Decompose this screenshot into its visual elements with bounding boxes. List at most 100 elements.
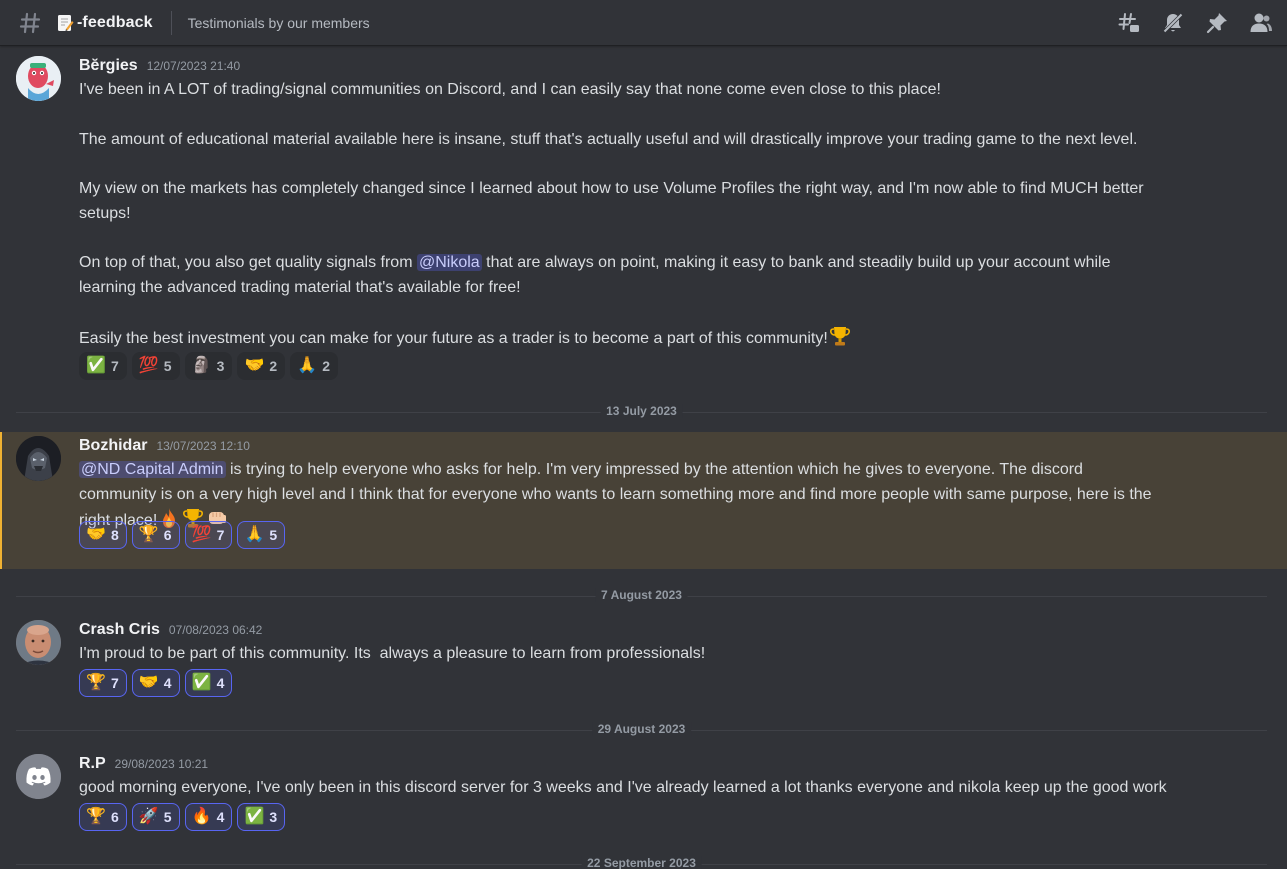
reaction-pray[interactable]: 🙏 2 xyxy=(290,352,338,380)
reaction-count: 4 xyxy=(216,675,225,691)
custom-face-icon: 🗿 xyxy=(191,357,212,374)
pin-icon[interactable] xyxy=(1205,11,1229,35)
reaction-rocket[interactable]: 🚀 5 xyxy=(131,803,180,831)
trophy-icon: 🏆 xyxy=(138,526,159,543)
member-list-icon[interactable] xyxy=(1249,11,1273,35)
date-separator-label: 13 July 2023 xyxy=(600,404,683,418)
notification-muted-icon[interactable] xyxy=(1161,11,1185,35)
reaction-count: 3 xyxy=(269,809,278,825)
date-separator: 22 September 2023 xyxy=(16,856,1267,869)
reaction-count: 7 xyxy=(111,675,119,691)
reaction-hundred[interactable]: 💯 5 xyxy=(131,352,180,380)
reaction-count: 5 xyxy=(163,809,172,825)
reaction-handshake[interactable]: 🤝 4 xyxy=(131,669,180,697)
reaction-count: 5 xyxy=(269,527,278,543)
user-mention[interactable]: @Nikola xyxy=(416,254,482,271)
reaction-count: 4 xyxy=(216,809,225,825)
message-paragraph: Easily the best investment you can make … xyxy=(79,325,1249,352)
avatar[interactable] xyxy=(16,436,61,481)
fire-icon: 🔥 xyxy=(191,808,212,825)
discord-default-avatar-icon xyxy=(16,754,61,799)
reaction-trophy[interactable]: 🏆 7 xyxy=(79,669,127,697)
message-line: good morning everyone, I've only been in… xyxy=(79,779,1167,796)
reaction-check[interactable]: ✅ 3 xyxy=(237,803,286,831)
folded-hands-icon: 🙏 xyxy=(297,357,318,374)
handshake-icon: 🤝 xyxy=(86,526,106,543)
message-line: On top of that, you also get quality sig… xyxy=(79,251,1249,276)
date-separator: 7 August 2023 xyxy=(16,588,1267,602)
message-text: On top of that, you also get quality sig… xyxy=(79,254,413,271)
reaction-hundred[interactable]: 💯 7 xyxy=(184,521,233,549)
message-content: good morning everyone, I've only been in… xyxy=(79,776,1249,801)
message-paragraph: I've been in A LOT of trading/signal com… xyxy=(79,81,941,98)
date-separator: 13 July 2023 xyxy=(16,404,1267,418)
channel-header: -feedback Testimonials by our members xyxy=(0,0,1287,46)
message-line: setups! xyxy=(79,204,131,222)
author-name[interactable]: Bozhidar xyxy=(79,437,147,455)
reaction-count: 7 xyxy=(216,527,225,543)
avatar-image xyxy=(16,56,61,101)
reaction-count: 2 xyxy=(322,358,330,374)
author-name[interactable]: Crash Cris xyxy=(79,621,160,639)
reaction-count: 5 xyxy=(163,358,172,374)
message-line: @ND Capital Admin is trying to help ever… xyxy=(79,458,1249,483)
avatar[interactable] xyxy=(16,56,61,101)
reaction-count: 4 xyxy=(163,675,172,691)
date-separator-label: 7 August 2023 xyxy=(595,588,688,602)
message-timestamp[interactable]: 29/08/2023 10:21 xyxy=(115,757,208,771)
trophy-icon xyxy=(829,327,850,346)
avatar[interactable] xyxy=(16,754,61,799)
reaction-count: 6 xyxy=(163,527,172,543)
message-list[interactable]: Bĕrgies 12/07/2023 21:40 I've been in A … xyxy=(0,46,1287,869)
check-mark-icon: ✅ xyxy=(86,357,106,374)
check-mark-icon: ✅ xyxy=(191,674,212,691)
reaction-handshake[interactable]: 🤝 8 xyxy=(79,521,127,549)
message-paragraph: The amount of educational material avail… xyxy=(79,130,1138,148)
hash-icon xyxy=(19,12,41,33)
reaction-handshake[interactable]: 🤝 2 xyxy=(237,352,286,380)
author-name[interactable]: Bĕrgies xyxy=(79,57,138,75)
reaction-fire[interactable]: 🔥 4 xyxy=(184,803,233,831)
hundred-points-icon: 💯 xyxy=(191,526,212,543)
message-timestamp[interactable]: 13/07/2023 12:10 xyxy=(156,439,249,453)
channel-name: -feedback xyxy=(77,13,153,31)
reaction-count: 2 xyxy=(269,358,278,374)
reaction-pray[interactable]: 🙏 5 xyxy=(237,521,286,549)
message-line: learning the advanced trading material t… xyxy=(79,278,521,296)
avatar[interactable] xyxy=(16,620,61,665)
message-text: that are always on point, making it easy… xyxy=(486,254,1111,271)
message-line: My view on the markets has completely ch… xyxy=(79,180,1144,197)
message-paragraph: On top of that, you also get quality sig… xyxy=(79,251,1249,300)
reaction-check[interactable]: ✅ 7 xyxy=(79,352,127,380)
handshake-icon: 🤝 xyxy=(138,674,159,691)
reaction-count: 3 xyxy=(216,358,225,374)
reaction-custom[interactable]: 🗿 3 xyxy=(184,352,233,380)
threads-icon[interactable] xyxy=(1117,11,1141,35)
message: R.P 29/08/2023 10:21 good morning everyo… xyxy=(0,750,1287,840)
reaction-count: 6 xyxy=(111,809,119,825)
avatar-image xyxy=(16,436,61,481)
reaction-trophy[interactable]: 🏆 6 xyxy=(131,521,180,549)
message-paragraph: My view on the markets has completely ch… xyxy=(79,177,1249,226)
handshake-icon: 🤝 xyxy=(244,357,265,374)
reaction-trophy[interactable]: 🏆 6 xyxy=(79,803,127,831)
reaction-bar: 🤝 8 🏆 6 💯 7 🙏 5 xyxy=(79,521,286,549)
message-content: I've been in A LOT of trading/signal com… xyxy=(79,78,1249,352)
date-separator-label: 22 September 2023 xyxy=(581,856,702,869)
message-timestamp[interactable]: 07/08/2023 06:42 xyxy=(169,623,262,637)
folded-hands-icon: 🙏 xyxy=(244,526,265,543)
message: Crash Cris 07/08/2023 06:42 I'm proud to… xyxy=(0,616,1287,706)
date-separator: 29 August 2023 xyxy=(16,722,1267,736)
channel-topic[interactable]: Testimonials by our members xyxy=(188,15,370,31)
reaction-check[interactable]: ✅ 4 xyxy=(184,669,233,697)
reaction-count: 8 xyxy=(111,527,119,543)
avatar-image xyxy=(16,620,61,665)
header-actions xyxy=(1107,0,1283,46)
message-timestamp[interactable]: 12/07/2023 21:40 xyxy=(147,59,240,73)
message-line: community is on a very high level and I … xyxy=(79,485,1152,503)
user-mention[interactable]: @ND Capital Admin xyxy=(79,461,226,478)
reaction-bar: ✅ 7 💯 5 🗿 3 🤝 2 🙏 2 xyxy=(79,352,338,380)
message-line: I'm proud to be part of this community. … xyxy=(79,645,706,662)
author-name[interactable]: R.P xyxy=(79,755,106,773)
date-separator-label: 29 August 2023 xyxy=(591,722,692,736)
